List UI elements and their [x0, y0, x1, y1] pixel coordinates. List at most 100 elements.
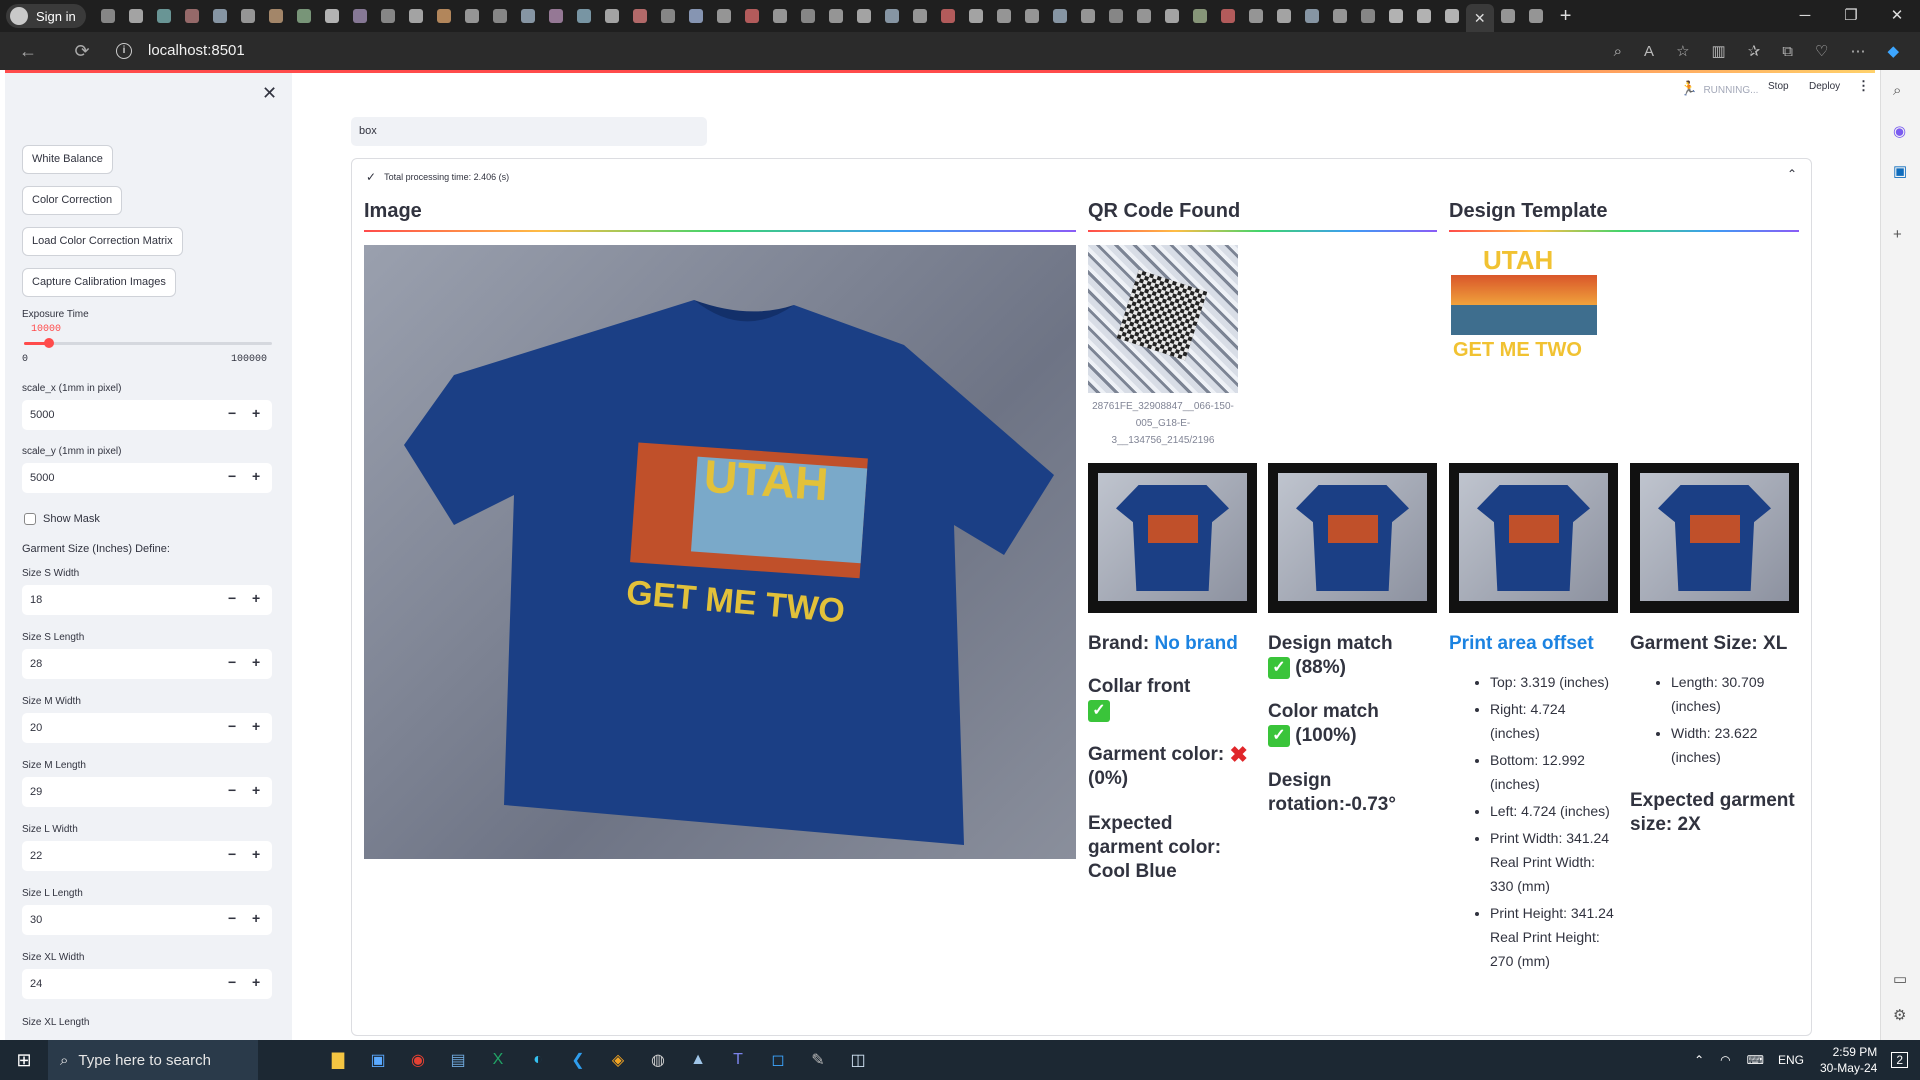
main-menu-icon[interactable]: ⋮ [1857, 78, 1870, 94]
settings-icon[interactable]: ⚙ [1893, 1006, 1906, 1024]
app-icon[interactable]: ✎ [798, 1040, 838, 1080]
tab-favicon-icon[interactable] [1416, 9, 1431, 23]
notification-icon[interactable]: 2 [1891, 1052, 1908, 1068]
language-indicator[interactable]: ENG [1778, 1053, 1804, 1067]
tab-favicon-icon[interactable] [464, 9, 479, 23]
tab-favicon-icon[interactable] [296, 9, 311, 23]
size-input[interactable]: 22 − + [22, 841, 272, 871]
tab-favicon-icon[interactable] [996, 9, 1011, 23]
tab-favicon-icon[interactable] [1304, 9, 1319, 23]
app-icon[interactable]: ◫ [838, 1040, 878, 1080]
site-info-icon[interactable]: i [116, 43, 132, 59]
stop-button[interactable]: Stop [1768, 81, 1789, 92]
size-input[interactable]: 30 − + [22, 905, 272, 935]
tab-favicon-icon[interactable] [912, 9, 927, 23]
increment-button[interactable]: + [252, 910, 260, 926]
tab-favicon-icon[interactable] [800, 9, 815, 23]
capture-calibration-button[interactable]: Capture Calibration Images [22, 268, 176, 297]
app-icon[interactable]: ◍ [638, 1040, 678, 1080]
tab-favicon-icon[interactable] [772, 9, 787, 23]
signin-button[interactable]: Sign in [6, 4, 86, 28]
tab-favicon-icon[interactable] [940, 9, 955, 23]
close-sidebar-icon[interactable]: ✕ [262, 83, 277, 104]
copilot-rail-icon[interactable]: ◉ [1893, 122, 1906, 140]
tab-favicon-icon[interactable] [380, 9, 395, 23]
tab-favicon-icon[interactable] [408, 9, 423, 23]
tab-favicon-icon[interactable] [856, 9, 871, 23]
vscode-icon[interactable]: ❮ [558, 1040, 598, 1080]
tab-favicon-icon[interactable] [884, 9, 899, 23]
favorites-icon[interactable]: ✰ [1748, 42, 1761, 60]
increment-button[interactable]: + [252, 468, 260, 484]
tab-favicon-icon[interactable] [716, 9, 731, 23]
tab-favicon-icon[interactable] [1528, 9, 1543, 23]
url-field[interactable]: localhost:8501 [148, 32, 245, 70]
scale-y-input[interactable]: 5000 − + [22, 463, 272, 493]
keyboard-icon[interactable]: ⌨ [1747, 1053, 1764, 1067]
tab-favicon-icon[interactable] [492, 9, 507, 23]
clock[interactable]: 2:59 PM 30-May-24 [1820, 1044, 1877, 1076]
tab-favicon-icon[interactable] [604, 9, 619, 23]
white-balance-button[interactable]: White Balance [22, 145, 113, 174]
deploy-button[interactable]: Deploy [1809, 81, 1840, 92]
tab-favicon-icon[interactable] [632, 9, 647, 23]
tab-favicon-icon[interactable] [520, 9, 535, 23]
exposure-slider[interactable] [24, 338, 272, 348]
tab-favicon-icon[interactable] [828, 9, 843, 23]
outlook-icon[interactable]: ▣ [1893, 162, 1907, 180]
increment-button[interactable]: + [252, 590, 260, 606]
decrement-button[interactable]: − [228, 782, 236, 798]
tab-favicon-icon[interactable] [184, 9, 199, 23]
new-tab-icon[interactable]: + [1560, 5, 1572, 28]
windows-start-icon[interactable]: ⊞ [0, 1040, 48, 1080]
copilot-icon[interactable]: ◆ [1887, 42, 1899, 60]
read-aloud-icon[interactable]: A [1644, 43, 1654, 60]
tab-favicon-icon[interactable] [212, 9, 227, 23]
favorite-icon[interactable]: ☆ [1676, 42, 1689, 60]
decrement-button[interactable]: − [228, 468, 236, 484]
tab-favicon-icon[interactable] [1080, 9, 1095, 23]
tab-favicon-icon[interactable] [1108, 9, 1123, 23]
chevron-up-icon[interactable]: ⌃ [1694, 1053, 1704, 1067]
tab-favicon-icon[interactable] [1052, 9, 1067, 23]
home-assistant-icon[interactable]: ◈ [598, 1040, 638, 1080]
app-icon[interactable]: ◻ [758, 1040, 798, 1080]
size-input[interactable]: 18 − + [22, 585, 272, 615]
active-tab-close-icon[interactable]: ✕ [1465, 4, 1494, 32]
tab-favicon-icon[interactable] [1136, 9, 1151, 23]
refresh-icon[interactable]: ⟳ [64, 41, 100, 62]
app-icon[interactable]: ▤ [438, 1040, 478, 1080]
split-screen-icon[interactable]: ▥ [1712, 42, 1726, 60]
scale-x-input[interactable]: 5000 − + [22, 400, 272, 430]
tab-favicon-icon[interactable] [576, 9, 591, 23]
tab-favicon-icon[interactable] [688, 9, 703, 23]
tab-favicon-icon[interactable] [1192, 9, 1207, 23]
teams-icon[interactable]: T [718, 1040, 758, 1080]
screenshot-icon[interactable]: ▭ [1893, 970, 1907, 988]
tab-favicon-icon[interactable] [744, 9, 759, 23]
decrement-button[interactable]: − [228, 846, 236, 862]
tab-favicon-icon[interactable] [268, 9, 283, 23]
tab-favicon-icon[interactable] [1388, 9, 1403, 23]
performance-icon[interactable]: ♡ [1815, 42, 1828, 60]
tab-favicon-icon[interactable] [156, 9, 171, 23]
tab-favicon-icon[interactable] [1248, 9, 1263, 23]
search-icon[interactable]: ⌕ [1893, 82, 1901, 99]
more-icon[interactable]: ⋯ [1850, 42, 1865, 60]
tab-favicon-icon[interactable] [1220, 9, 1235, 23]
chrome-icon[interactable]: ◉ [398, 1040, 438, 1080]
store-icon[interactable]: ▣ [358, 1040, 398, 1080]
tab-favicon-icon[interactable] [968, 9, 983, 23]
close-window-icon[interactable]: ✕ [1874, 0, 1920, 32]
size-input[interactable]: 24 − + [22, 969, 272, 999]
tab-favicon-icon[interactable] [352, 9, 367, 23]
chevron-up-icon[interactable]: ⌃ [1787, 167, 1797, 181]
show-mask-checkbox[interactable] [24, 513, 36, 525]
increment-button[interactable]: + [252, 846, 260, 862]
exposure-slider-handle[interactable] [43, 338, 54, 348]
decrement-button[interactable]: − [228, 910, 236, 926]
load-ccm-button[interactable]: Load Color Correction Matrix [22, 227, 183, 256]
box-input[interactable]: box [351, 117, 707, 146]
decrement-button[interactable]: − [228, 405, 236, 421]
back-icon[interactable]: ← [10, 41, 46, 62]
